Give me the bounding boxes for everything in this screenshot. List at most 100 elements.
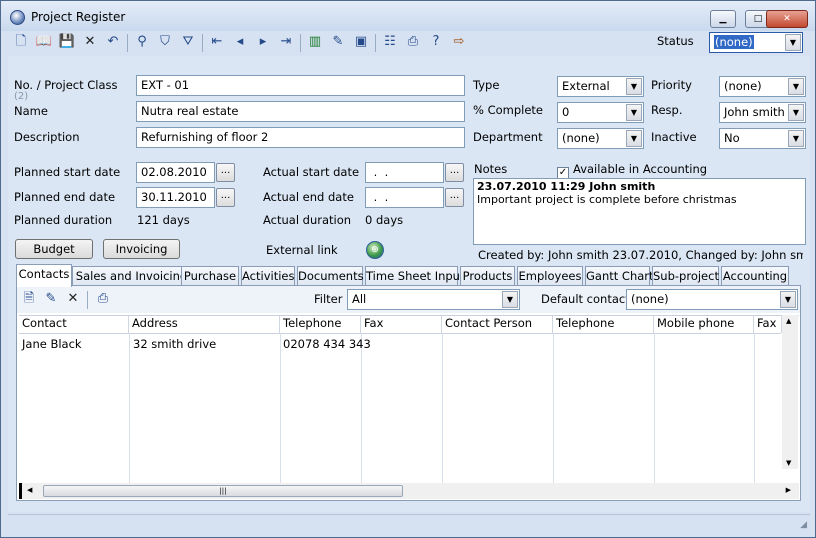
minimize-button[interactable]: ▁ xyxy=(710,10,736,28)
vertical-scrollbar[interactable]: ▲ ▼ xyxy=(782,315,798,469)
help-icon[interactable]: ? xyxy=(426,32,446,52)
budget-button[interactable]: Budget xyxy=(15,239,93,259)
address-cell: 32 smith drive xyxy=(133,337,217,351)
chevron-down-icon[interactable]: ▼ xyxy=(788,78,804,95)
type-select[interactable]: External ▼ xyxy=(557,76,644,97)
chevron-down-icon[interactable]: ▼ xyxy=(788,130,804,147)
tab-sales-and-invoicing[interactable]: Sales and Invoicing xyxy=(72,266,191,286)
accounting-checkbox[interactable]: ✓ Available in Accounting xyxy=(557,162,707,179)
chevron-down-icon[interactable]: ▼ xyxy=(780,291,796,308)
edit-icon[interactable]: ✎ xyxy=(328,32,348,52)
default-contact-select[interactable]: (none) ▼ xyxy=(626,289,798,310)
name-label: Name xyxy=(14,104,48,118)
scroll-left-icon[interactable]: ◀ xyxy=(27,486,32,494)
planned-start-field[interactable]: 02.08.2010 xyxy=(136,162,215,183)
resp-select[interactable]: John smith ▼ xyxy=(719,102,806,123)
undo-icon[interactable]: ↶ xyxy=(103,32,123,52)
planned-start-picker-button[interactable]: ... xyxy=(216,163,235,182)
column-header-mobile-phone[interactable]: Mobile phone xyxy=(654,316,754,333)
print-icon[interactable]: ⎙ xyxy=(403,32,423,52)
open-icon[interactable]: 📖 xyxy=(34,32,54,52)
exit-icon[interactable]: ⇨ xyxy=(449,32,469,52)
close-button[interactable]: ✕ xyxy=(766,10,808,28)
print-contacts-icon[interactable]: ⎙ xyxy=(93,289,113,309)
inactive-select[interactable]: No ▼ xyxy=(719,128,806,149)
column-header-telephone-2[interactable]: Telephone xyxy=(553,316,654,333)
status-select[interactable]: (none) ▼ xyxy=(709,32,803,53)
chevron-down-icon[interactable]: ▼ xyxy=(626,78,642,95)
tab-purchase[interactable]: Purchase xyxy=(181,266,239,286)
tab-time-sheet-input[interactable]: Time Sheet Input xyxy=(365,266,464,286)
tab-gantt-chart[interactable]: Gantt Chart xyxy=(585,266,654,286)
name-field[interactable]: Nutra real estate xyxy=(136,101,465,122)
next-icon[interactable]: ▸ xyxy=(253,32,273,52)
tab-accounting[interactable]: Accounting xyxy=(721,266,789,286)
search-icon[interactable]: ⚲ xyxy=(132,32,152,52)
department-select[interactable]: (none) ▼ xyxy=(557,128,644,149)
scroll-up-icon[interactable]: ▲ xyxy=(786,317,791,325)
tab-contacts[interactable]: Contacts xyxy=(16,264,72,287)
tab-employees[interactable]: Employees xyxy=(517,266,583,286)
chevron-down-icon[interactable]: ▼ xyxy=(788,104,804,121)
globe-link-icon[interactable]: ⊕ xyxy=(366,241,384,259)
add-contact-icon[interactable]: 🗎 xyxy=(19,289,39,309)
save-icon[interactable]: 💾 xyxy=(57,32,77,52)
invoicing-button[interactable]: Invoicing xyxy=(103,239,180,259)
column-header-contact[interactable]: Contact xyxy=(19,316,129,333)
chevron-down-icon[interactable]: ▼ xyxy=(626,130,642,147)
project-no-field[interactable]: EXT - 01 xyxy=(136,75,465,96)
contact-cell: Jane Black xyxy=(22,337,82,351)
tab-activities[interactable]: Activities xyxy=(241,266,295,286)
properties-icon[interactable]: ☷ xyxy=(380,32,400,52)
column-header-telephone[interactable]: Telephone xyxy=(280,316,361,333)
filter-select[interactable]: All ▼ xyxy=(347,289,520,310)
edit-contact-icon[interactable]: ✎ xyxy=(41,289,61,309)
planned-duration-label: Planned duration xyxy=(14,213,113,227)
tab-documents[interactable]: Documents xyxy=(297,266,364,286)
filter-clear-icon[interactable]: ⛛ xyxy=(178,32,198,52)
tab-sub-project[interactable]: Sub-project xyxy=(652,266,719,286)
actual-duration-value: 0 days xyxy=(365,213,404,227)
planned-end-picker-button[interactable]: ... xyxy=(216,188,235,207)
status-bar: ◢ xyxy=(8,514,810,532)
prev-icon[interactable]: ◂ xyxy=(230,32,250,52)
last-icon[interactable]: ⇥ xyxy=(276,32,296,52)
app-icon xyxy=(10,10,25,25)
percent-complete-select[interactable]: 0 ▼ xyxy=(557,102,644,123)
actual-end-field[interactable]: . . xyxy=(365,187,444,208)
filter-icon[interactable]: ⛉ xyxy=(155,32,175,52)
chart-icon[interactable]: ▥ xyxy=(305,32,325,52)
print-preview-icon[interactable]: ▣ xyxy=(351,32,371,52)
horizontal-scroll-thumb[interactable]: ||| xyxy=(43,485,403,497)
horizontal-scrollbar[interactable]: ◀ ||| ▶ xyxy=(19,483,799,499)
column-header-fax[interactable]: Fax xyxy=(361,316,442,333)
actual-start-field[interactable]: . . xyxy=(365,162,444,183)
tab-products[interactable]: Products xyxy=(460,266,515,286)
chevron-down-icon[interactable]: ▼ xyxy=(626,104,642,121)
delete-contact-icon[interactable]: ✕ xyxy=(63,289,83,309)
description-field[interactable]: Refurnishing of floor 2 xyxy=(136,127,465,148)
planned-end-field[interactable]: 30.11.2010 xyxy=(136,187,215,208)
priority-select[interactable]: (none) ▼ xyxy=(719,76,806,97)
chevron-down-icon[interactable]: ▼ xyxy=(785,34,801,51)
scroll-down-icon[interactable]: ▼ xyxy=(786,459,791,467)
resp-label: Resp. xyxy=(651,103,683,117)
actual-start-picker-button[interactable]: ... xyxy=(445,163,464,182)
first-icon[interactable]: ⇤ xyxy=(207,32,227,52)
title-bar[interactable]: Project Register ▁ □ ✕ xyxy=(1,1,815,31)
inactive-label: Inactive xyxy=(651,130,697,144)
actual-end-picker-button[interactable]: ... xyxy=(445,188,464,207)
delete-icon[interactable]: ✕ xyxy=(80,32,100,52)
scroll-right-icon[interactable]: ▶ xyxy=(786,486,791,494)
resize-grip-icon[interactable]: ◢ xyxy=(800,520,807,530)
notes-field[interactable]: 23.07.2010 11:29 John smith Important pr… xyxy=(473,178,806,245)
column-header-address[interactable]: Address xyxy=(129,316,280,333)
column-header-fax-2[interactable]: Fax xyxy=(754,316,782,333)
no-label: No. / Project Class xyxy=(14,78,118,92)
chevron-down-icon[interactable]: ▼ xyxy=(502,291,518,308)
new-icon[interactable]: 🗋 xyxy=(11,32,31,52)
filter-label: Filter xyxy=(314,292,343,306)
contacts-toolbar: 🗎 ✎ ✕ ⎙ Filter All ▼ Default contact (non… xyxy=(17,286,800,313)
contacts-panel: 🗎 ✎ ✕ ⎙ Filter All ▼ Default contact (non… xyxy=(16,285,801,501)
column-header-contact-person[interactable]: Contact Person xyxy=(442,316,553,333)
